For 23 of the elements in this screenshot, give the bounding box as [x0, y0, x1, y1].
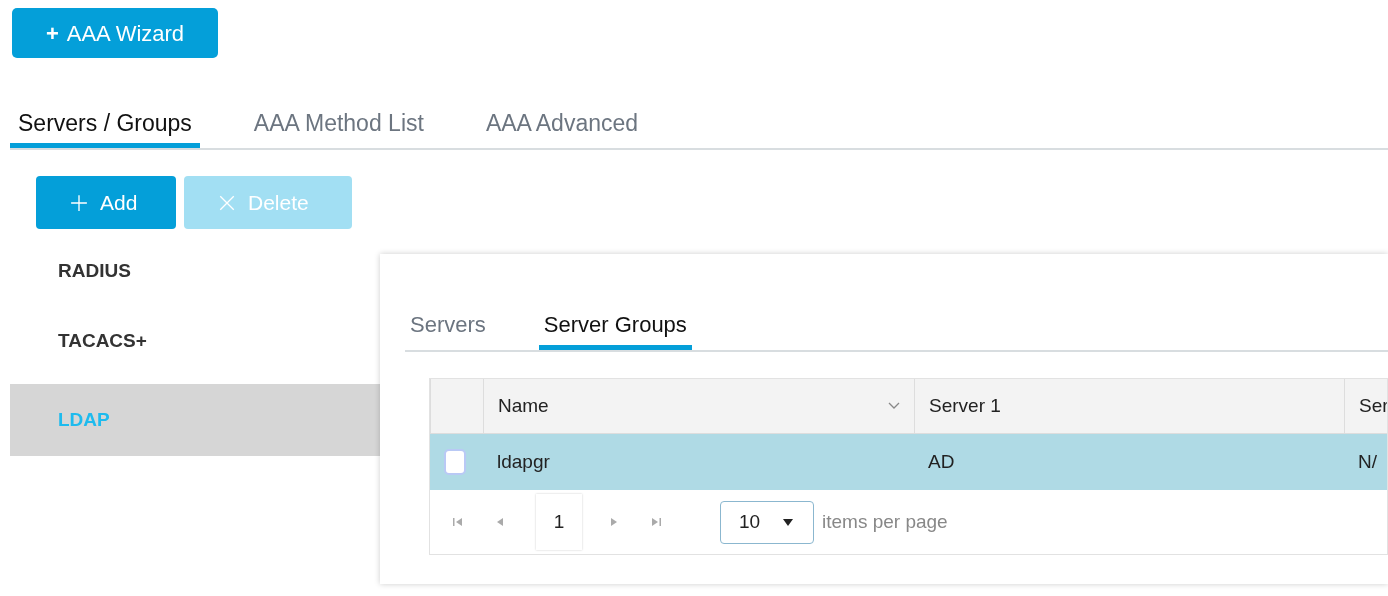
table-cell: N/	[1358, 450, 1377, 472]
row-checkbox[interactable]	[444, 449, 466, 475]
close-icon	[218, 193, 236, 212]
first-page-icon[interactable]	[452, 516, 464, 528]
table-cell: ldapgr	[497, 450, 550, 472]
chevron-down-icon[interactable]	[888, 402, 900, 410]
plus-icon	[70, 193, 88, 212]
tab[interactable]: AAA Advanced	[477, 100, 647, 148]
page-size-select[interactable]: 10	[720, 500, 814, 544]
sidebar-item[interactable]: RADIUS	[10, 244, 380, 314]
table-cell: AD	[928, 450, 955, 472]
column-header[interactable]: Server 1	[914, 379, 1344, 433]
table-row[interactable]: ldapgr AD N/	[430, 434, 1387, 490]
column-header[interactable]: Name	[498, 391, 549, 421]
items-per-page-label: items per page	[822, 509, 948, 534]
last-page-icon[interactable]	[650, 516, 662, 528]
sidebar-item[interactable]: TACACS+	[10, 314, 380, 384]
tab[interactable]: Servers	[405, 292, 491, 350]
tab[interactable]: Server Groups	[538, 292, 692, 350]
tab[interactable]: AAA Method List	[245, 100, 432, 148]
page-number[interactable]: 1	[536, 494, 582, 550]
caret-icon[interactable]	[782, 516, 795, 528]
tab[interactable]: Servers / Groups	[10, 100, 200, 148]
